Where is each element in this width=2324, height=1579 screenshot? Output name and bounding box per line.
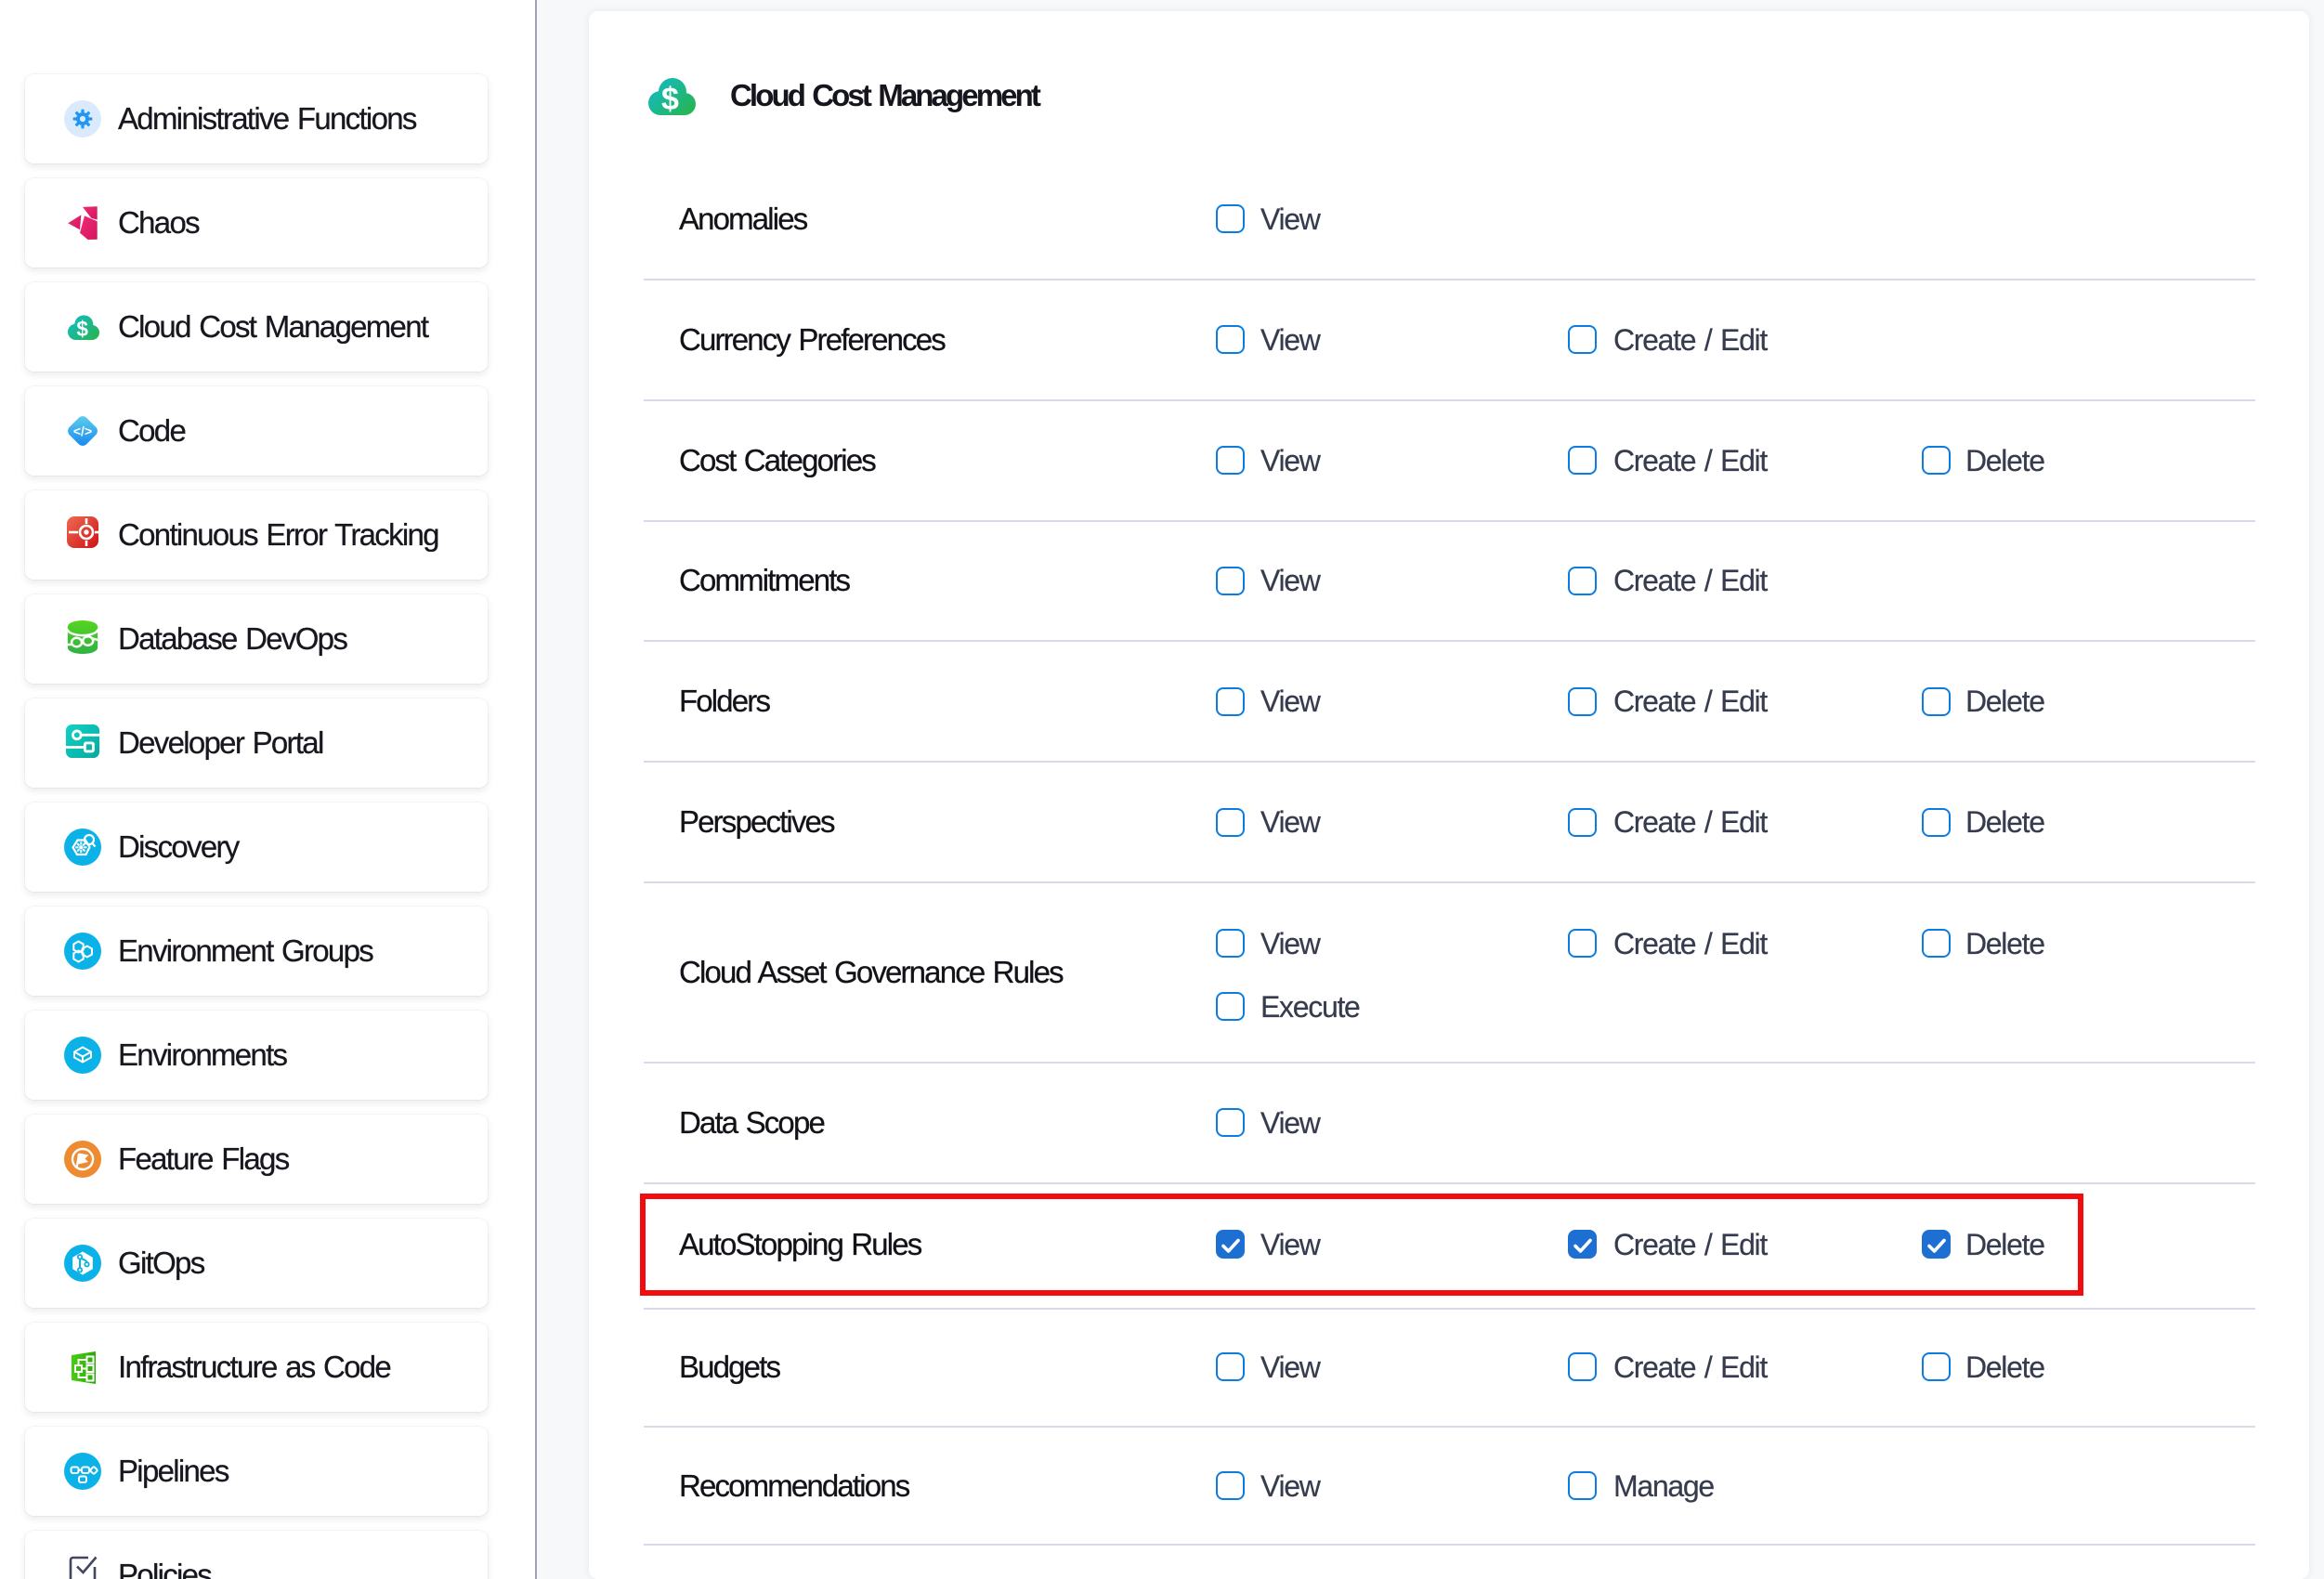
- svg-text:$: $: [661, 82, 679, 115]
- svg-text:$: $: [76, 317, 88, 340]
- svg-text:</>: </>: [73, 424, 92, 438]
